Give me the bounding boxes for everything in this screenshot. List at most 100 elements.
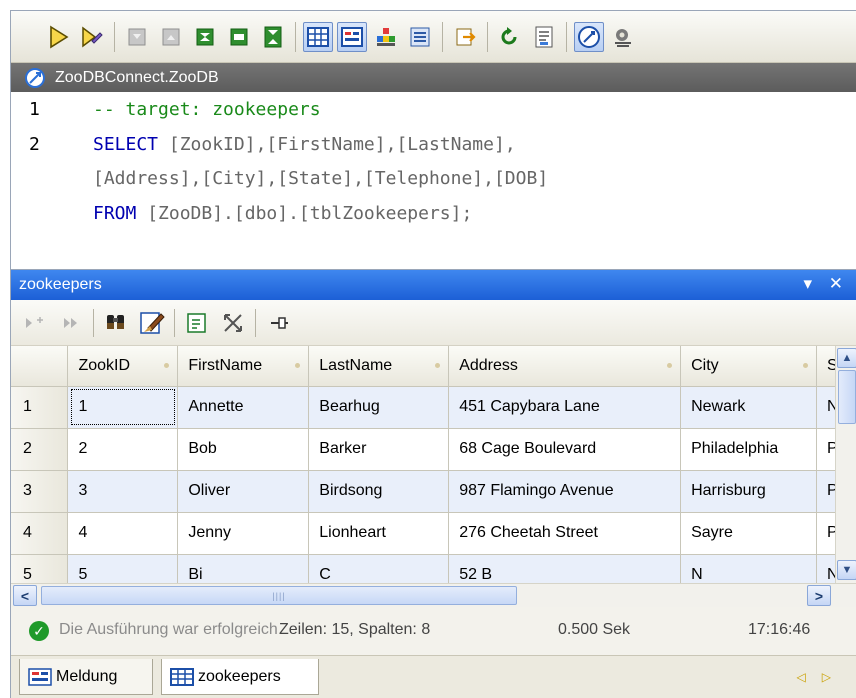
table-cell[interactable]: 1: [67, 386, 179, 429]
code-line-2: SELECT [ZookID],[FirstName],[LastName],: [93, 134, 516, 155]
sql-editor[interactable]: 1 2 -- target: zookeepers SELECT [ZookID…: [11, 92, 856, 270]
table-cell[interactable]: 5: [67, 554, 179, 583]
row-number[interactable]: 3: [11, 470, 69, 513]
sort-indicator-icon: [435, 363, 441, 368]
horizontal-scrollbar[interactable]: < |||| >: [11, 583, 856, 607]
table-row[interactable]: 4 4 Jenny Lionheart 276 Cheetah Street S…: [11, 512, 856, 555]
sort-indicator-icon: [164, 363, 170, 368]
row-number[interactable]: 1: [11, 386, 69, 429]
table-cell[interactable]: Bearhug: [308, 386, 450, 429]
toolbar-separator: [255, 308, 256, 337]
row-number[interactable]: 4: [11, 512, 69, 555]
table-cell[interactable]: Lionheart: [308, 512, 450, 555]
chart-icon[interactable]: [371, 22, 401, 52]
scroll-down-icon[interactable]: ▼: [837, 560, 856, 580]
pin-icon[interactable]: [264, 309, 292, 337]
message-icon: [28, 667, 52, 686]
table-cell[interactable]: Sayre: [680, 512, 818, 555]
column-header-city[interactable]: City: [680, 346, 818, 387]
table-cell[interactable]: Bi: [177, 554, 310, 583]
last-record-icon[interactable]: [224, 22, 254, 52]
table-cell[interactable]: Annette: [177, 386, 310, 429]
sql-comment: -- target: zookeepers: [93, 99, 321, 120]
column-header-label: Address: [459, 356, 518, 374]
toolbar-separator: [174, 308, 175, 337]
table-cell[interactable]: Jenny: [177, 512, 310, 555]
first-record-icon[interactable]: [122, 22, 152, 52]
undo-icon[interactable]: [495, 22, 525, 52]
table-cell[interactable]: 68 Cage Boulevard: [448, 428, 682, 471]
next-row-icon[interactable]: [57, 309, 85, 337]
result-toolbar: [11, 300, 856, 346]
horizontal-scroll-thumb[interactable]: ||||: [41, 586, 517, 605]
tab-scroll-arrows[interactable]: ◁▷: [797, 670, 847, 684]
table-cell[interactable]: Bob: [177, 428, 310, 471]
find-icon[interactable]: [102, 309, 130, 337]
row-number-header: [11, 346, 69, 387]
column-header-label: FirstName: [188, 356, 263, 374]
sort-indicator-icon: [667, 363, 673, 368]
vertical-scroll-thumb[interactable]: [838, 370, 856, 424]
table-cell[interactable]: 276 Cheetah Street: [448, 512, 682, 555]
toolbar-separator: [487, 21, 488, 52]
column-header-label: City: [691, 356, 719, 374]
export-icon[interactable]: [450, 22, 480, 52]
edit-icon[interactable]: [138, 309, 166, 337]
tab-meldung[interactable]: Meldung: [19, 659, 153, 695]
column-header-lastname[interactable]: LastName: [308, 346, 450, 387]
connection-title: ZooDBConnect.ZooDB: [55, 68, 219, 86]
panel-controls[interactable]: ▾ ✕: [803, 274, 849, 294]
row-number[interactable]: 2: [11, 428, 69, 471]
stop-icon[interactable]: [258, 22, 288, 52]
table-cell[interactable]: 987 Flamingo Avenue: [448, 470, 682, 513]
table-row[interactable]: 1 1 Annette Bearhug 451 Capybara Lane Ne…: [11, 386, 856, 429]
fit-icon[interactable]: [219, 309, 247, 337]
sql-identifiers: [ZookID],[FirstName],[LastName],: [158, 134, 516, 155]
scroll-right-icon[interactable]: >: [807, 585, 831, 606]
table-row[interactable]: 5 5 Bi C 52 B N N: [11, 554, 856, 583]
properties-icon[interactable]: [529, 22, 559, 52]
connection-icon[interactable]: [574, 21, 604, 52]
execute-for-editing-icon[interactable]: [77, 22, 107, 52]
previous-record-icon[interactable]: [156, 22, 186, 52]
table-cell[interactable]: C: [308, 554, 450, 583]
form-view-icon[interactable]: [337, 21, 367, 52]
browser-icon[interactable]: [405, 22, 435, 52]
table-cell[interactable]: Birdsong: [308, 470, 450, 513]
table-cell[interactable]: 2: [67, 428, 179, 471]
column-header-zookid[interactable]: ZookID: [67, 346, 179, 387]
column-header-address[interactable]: Address: [448, 346, 682, 387]
status-bar: ✓ Die Ausführung war erfolgreich Zeilen:…: [11, 607, 856, 655]
table-cell[interactable]: 451 Capybara Lane: [448, 386, 682, 429]
table-cell[interactable]: Harrisburg: [680, 470, 818, 513]
scroll-left-icon[interactable]: <: [13, 585, 37, 606]
table-cell[interactable]: 4: [67, 512, 179, 555]
copy-icon[interactable]: [183, 309, 211, 337]
table-cell[interactable]: 3: [67, 470, 179, 513]
table-cell[interactable]: Barker: [308, 428, 450, 471]
next-record-icon[interactable]: [190, 22, 220, 52]
table-cell[interactable]: Philadelphia: [680, 428, 818, 471]
settings-icon[interactable]: [608, 22, 638, 52]
table-row[interactable]: 2 2 Bob Barker 68 Cage Boulevard Philade…: [11, 428, 856, 471]
vertical-scrollbar[interactable]: ▲ ▼: [835, 346, 856, 583]
grid-view-icon[interactable]: [303, 21, 333, 52]
toolbar-separator: [566, 21, 567, 52]
scroll-up-icon[interactable]: ▲: [837, 348, 856, 368]
row-column-count: Zeilen: 15, Spalten: 8: [279, 621, 431, 638]
execute-icon[interactable]: [43, 22, 73, 52]
code-line-1: -- target: zookeepers: [93, 99, 321, 120]
results-grid[interactable]: ZookID FirstName LastName Address City S…: [11, 346, 856, 583]
table-cell[interactable]: Oliver: [177, 470, 310, 513]
column-header-firstname[interactable]: FirstName: [177, 346, 310, 387]
result-tabs: Meldung zookeepers ◁▷: [11, 655, 856, 698]
main-toolbar: [11, 11, 856, 63]
timestamp: 17:16:46: [748, 621, 811, 638]
table-cell[interactable]: 52 B: [448, 554, 682, 583]
table-row[interactable]: 3 3 Oliver Birdsong 987 Flamingo Avenue …: [11, 470, 856, 513]
tab-zookeepers[interactable]: zookeepers: [161, 659, 319, 695]
add-row-icon[interactable]: [21, 309, 49, 337]
row-number[interactable]: 5: [11, 554, 69, 583]
table-cell[interactable]: Newark: [680, 386, 818, 429]
table-cell[interactable]: N: [680, 554, 818, 583]
